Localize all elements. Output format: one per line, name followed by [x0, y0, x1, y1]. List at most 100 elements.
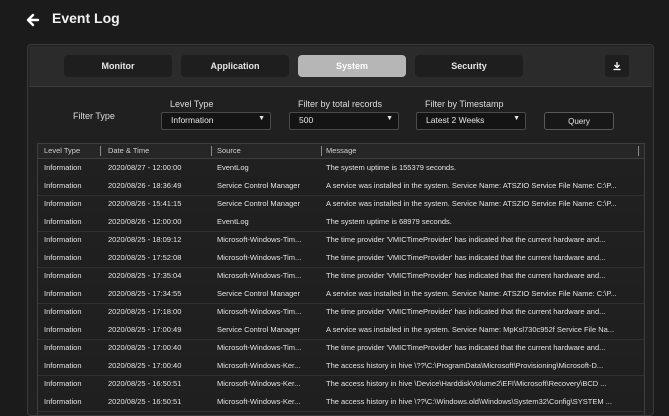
level-type-label: Level Type: [170, 99, 214, 109]
total-records-value: 500: [299, 115, 314, 125]
table-row[interactable]: Information 2020/08/25 - 18:09:12 Microsof…: [38, 231, 644, 250]
cell-date-time: 2020/08/25 - 18:09:12: [108, 235, 182, 244]
table-row[interactable]: Information 2020/08/25 - 16:50:51 Microsof…: [38, 393, 644, 412]
table-row[interactable]: Information 2020/08/25 - 17:00:49 Service …: [38, 321, 644, 340]
cell-level-type: Information: [44, 379, 82, 388]
cell-message: A service was installed in the system. S…: [326, 325, 615, 334]
table-row[interactable]: Information 2020/08/25 - 17:18:00 Microsof…: [38, 303, 644, 322]
filter-type-label: Filter Type: [73, 111, 115, 121]
cell-source: Microsoft-Windows-Tim...: [217, 235, 302, 244]
column-divider[interactable]: [638, 146, 639, 156]
cell-source: Microsoft-Windows-Tim...: [217, 271, 302, 280]
event-table: Level Type Date & Time Source Message In…: [37, 143, 645, 416]
cell-date-time: 2020/08/25 - 17:18:00: [108, 307, 182, 316]
cell-message: The time provider 'VMICTimeProvider' has…: [326, 235, 606, 244]
table-row[interactable]: Information 2020/08/25 - 17:00:40 Microsof…: [38, 357, 644, 376]
cell-message: The time provider 'VMICTimeProvider' has…: [326, 343, 606, 352]
chevron-down-icon: ▼: [386, 115, 393, 122]
query-button[interactable]: Query: [544, 112, 614, 130]
download-button[interactable]: [605, 55, 629, 77]
cell-date-time: 2020/08/26 - 18:36:49: [108, 181, 182, 190]
table-row[interactable]: Information 2020/08/27 - 12:00:00 EventLog…: [38, 159, 644, 178]
cell-level-type: Information: [44, 361, 82, 370]
table-row[interactable]: Information 2020/08/25 - 17:35:04 Microsof…: [38, 267, 644, 286]
total-records-select[interactable]: 500 ▼: [289, 112, 399, 130]
table-row[interactable]: Information 2020/08/25 - 17:00:40 Microsof…: [38, 339, 644, 358]
cell-message: The time provider 'VMICTimeProvider' has…: [326, 307, 606, 316]
chevron-down-icon: ▼: [513, 115, 520, 122]
timestamp-label: Filter by Timestamp: [425, 99, 504, 109]
cell-source: EventLog: [217, 217, 249, 226]
cell-message: The access history in hive \Device\Hardd…: [326, 379, 607, 388]
column-header-source[interactable]: Source: [217, 146, 241, 155]
total-records-label: Filter by total records: [298, 99, 383, 109]
table-row[interactable]: Information 2020/08/25 - 16:50:51 Microsof…: [38, 375, 644, 394]
column-header-level-type[interactable]: Level Type: [44, 146, 80, 155]
table-header: Level Type Date & Time Source Message: [38, 144, 644, 159]
cell-source: Service Control Manager: [217, 325, 300, 334]
tab-application[interactable]: Application: [181, 55, 289, 77]
cell-message: A service was installed in the system. S…: [326, 199, 617, 208]
column-header-date-time[interactable]: Date & Time: [108, 146, 149, 155]
download-icon: [613, 62, 621, 71]
tab-bar: Monitor Application System Security: [29, 46, 652, 87]
cell-date-time: 2020/08/26 - 15:41:15: [108, 199, 182, 208]
cell-level-type: Information: [44, 199, 82, 208]
table-row[interactable]: Information 2020/08/25 - 17:52:08 Microsof…: [38, 249, 644, 268]
table-row[interactable]: Information 2020/08/26 - 12:00:00 EventLog…: [38, 213, 644, 232]
tab-system[interactable]: System: [298, 55, 406, 77]
cell-date-time: 2020/08/25 - 17:00:49: [108, 325, 182, 334]
cell-date-time: 2020/08/26 - 12:00:00: [108, 217, 182, 226]
cell-level-type: Information: [44, 217, 82, 226]
cell-message: A service was installed in the system. S…: [326, 289, 617, 298]
column-header-message[interactable]: Message: [326, 146, 356, 155]
column-divider[interactable]: [100, 146, 101, 156]
level-type-value: Information: [171, 115, 214, 125]
cell-message: The system uptime is 68979 seconds.: [326, 217, 452, 226]
tab-monitor[interactable]: Monitor: [64, 55, 172, 77]
cell-message: The system uptime is 155379 seconds.: [326, 163, 457, 172]
page-title: Event Log: [52, 10, 120, 26]
cell-source: Service Control Manager: [217, 289, 300, 298]
cell-message: A service was installed in the system. S…: [326, 181, 617, 190]
level-type-select[interactable]: Information ▼: [161, 112, 271, 130]
cell-date-time: 2020/08/25 - 17:00:40: [108, 343, 182, 352]
cell-source: Microsoft-Windows-Ker...: [217, 397, 301, 406]
timestamp-value: Latest 2 Weeks: [426, 115, 485, 125]
back-arrow-icon[interactable]: [26, 12, 40, 28]
cell-date-time: 2020/08/25 - 17:00:40: [108, 361, 182, 370]
cell-level-type: Information: [44, 397, 82, 406]
cell-level-type: Information: [44, 253, 82, 262]
cell-message: The time provider 'VMICTimeProvider' has…: [326, 271, 606, 280]
tab-security[interactable]: Security: [415, 55, 523, 77]
cell-level-type: Information: [44, 181, 82, 190]
timestamp-select[interactable]: Latest 2 Weeks ▼: [416, 112, 526, 130]
top-bar: Event Log: [0, 0, 669, 44]
column-divider[interactable]: [321, 146, 322, 156]
cell-source: Service Control Manager: [217, 199, 300, 208]
cell-level-type: Information: [44, 235, 82, 244]
cell-message: The time provider 'VMICTimeProvider' has…: [326, 253, 606, 262]
cell-level-type: Information: [44, 307, 82, 316]
cell-date-time: 2020/08/25 - 17:52:08: [108, 253, 182, 262]
cell-date-time: 2020/08/25 - 16:50:51: [108, 379, 182, 388]
cell-message: The access history in hive \??\C:\Window…: [326, 397, 612, 406]
table-row[interactable]: Information 2020/08/26 - 18:36:49 Service …: [38, 177, 644, 196]
cell-date-time: 2020/08/25 - 17:34:55: [108, 289, 182, 298]
cell-source: Microsoft-Windows-Ker...: [217, 361, 301, 370]
cell-source: Microsoft-Windows-Ker...: [217, 379, 301, 388]
event-log-panel: Monitor Application System Security Filt…: [27, 44, 654, 416]
cell-message: The access history in hive \??\C:\Progra…: [326, 361, 604, 370]
table-row[interactable]: Information 2020/08/26 - 15:41:15 Service …: [38, 195, 644, 214]
cell-date-time: 2020/08/27 - 12:00:00: [108, 163, 182, 172]
cell-source: Microsoft-Windows-Tim...: [217, 253, 302, 262]
column-divider[interactable]: [211, 146, 212, 156]
table-row[interactable]: Information 2020/08/25 - 17:34:55 Service …: [38, 285, 644, 304]
cell-level-type: Information: [44, 271, 82, 280]
cell-level-type: Information: [44, 289, 82, 298]
cell-level-type: Information: [44, 163, 82, 172]
cell-source: Service Control Manager: [217, 181, 300, 190]
cell-date-time: 2020/08/25 - 17:35:04: [108, 271, 182, 280]
cell-date-time: 2020/08/25 - 16:50:51: [108, 397, 182, 406]
cell-source: EventLog: [217, 163, 249, 172]
